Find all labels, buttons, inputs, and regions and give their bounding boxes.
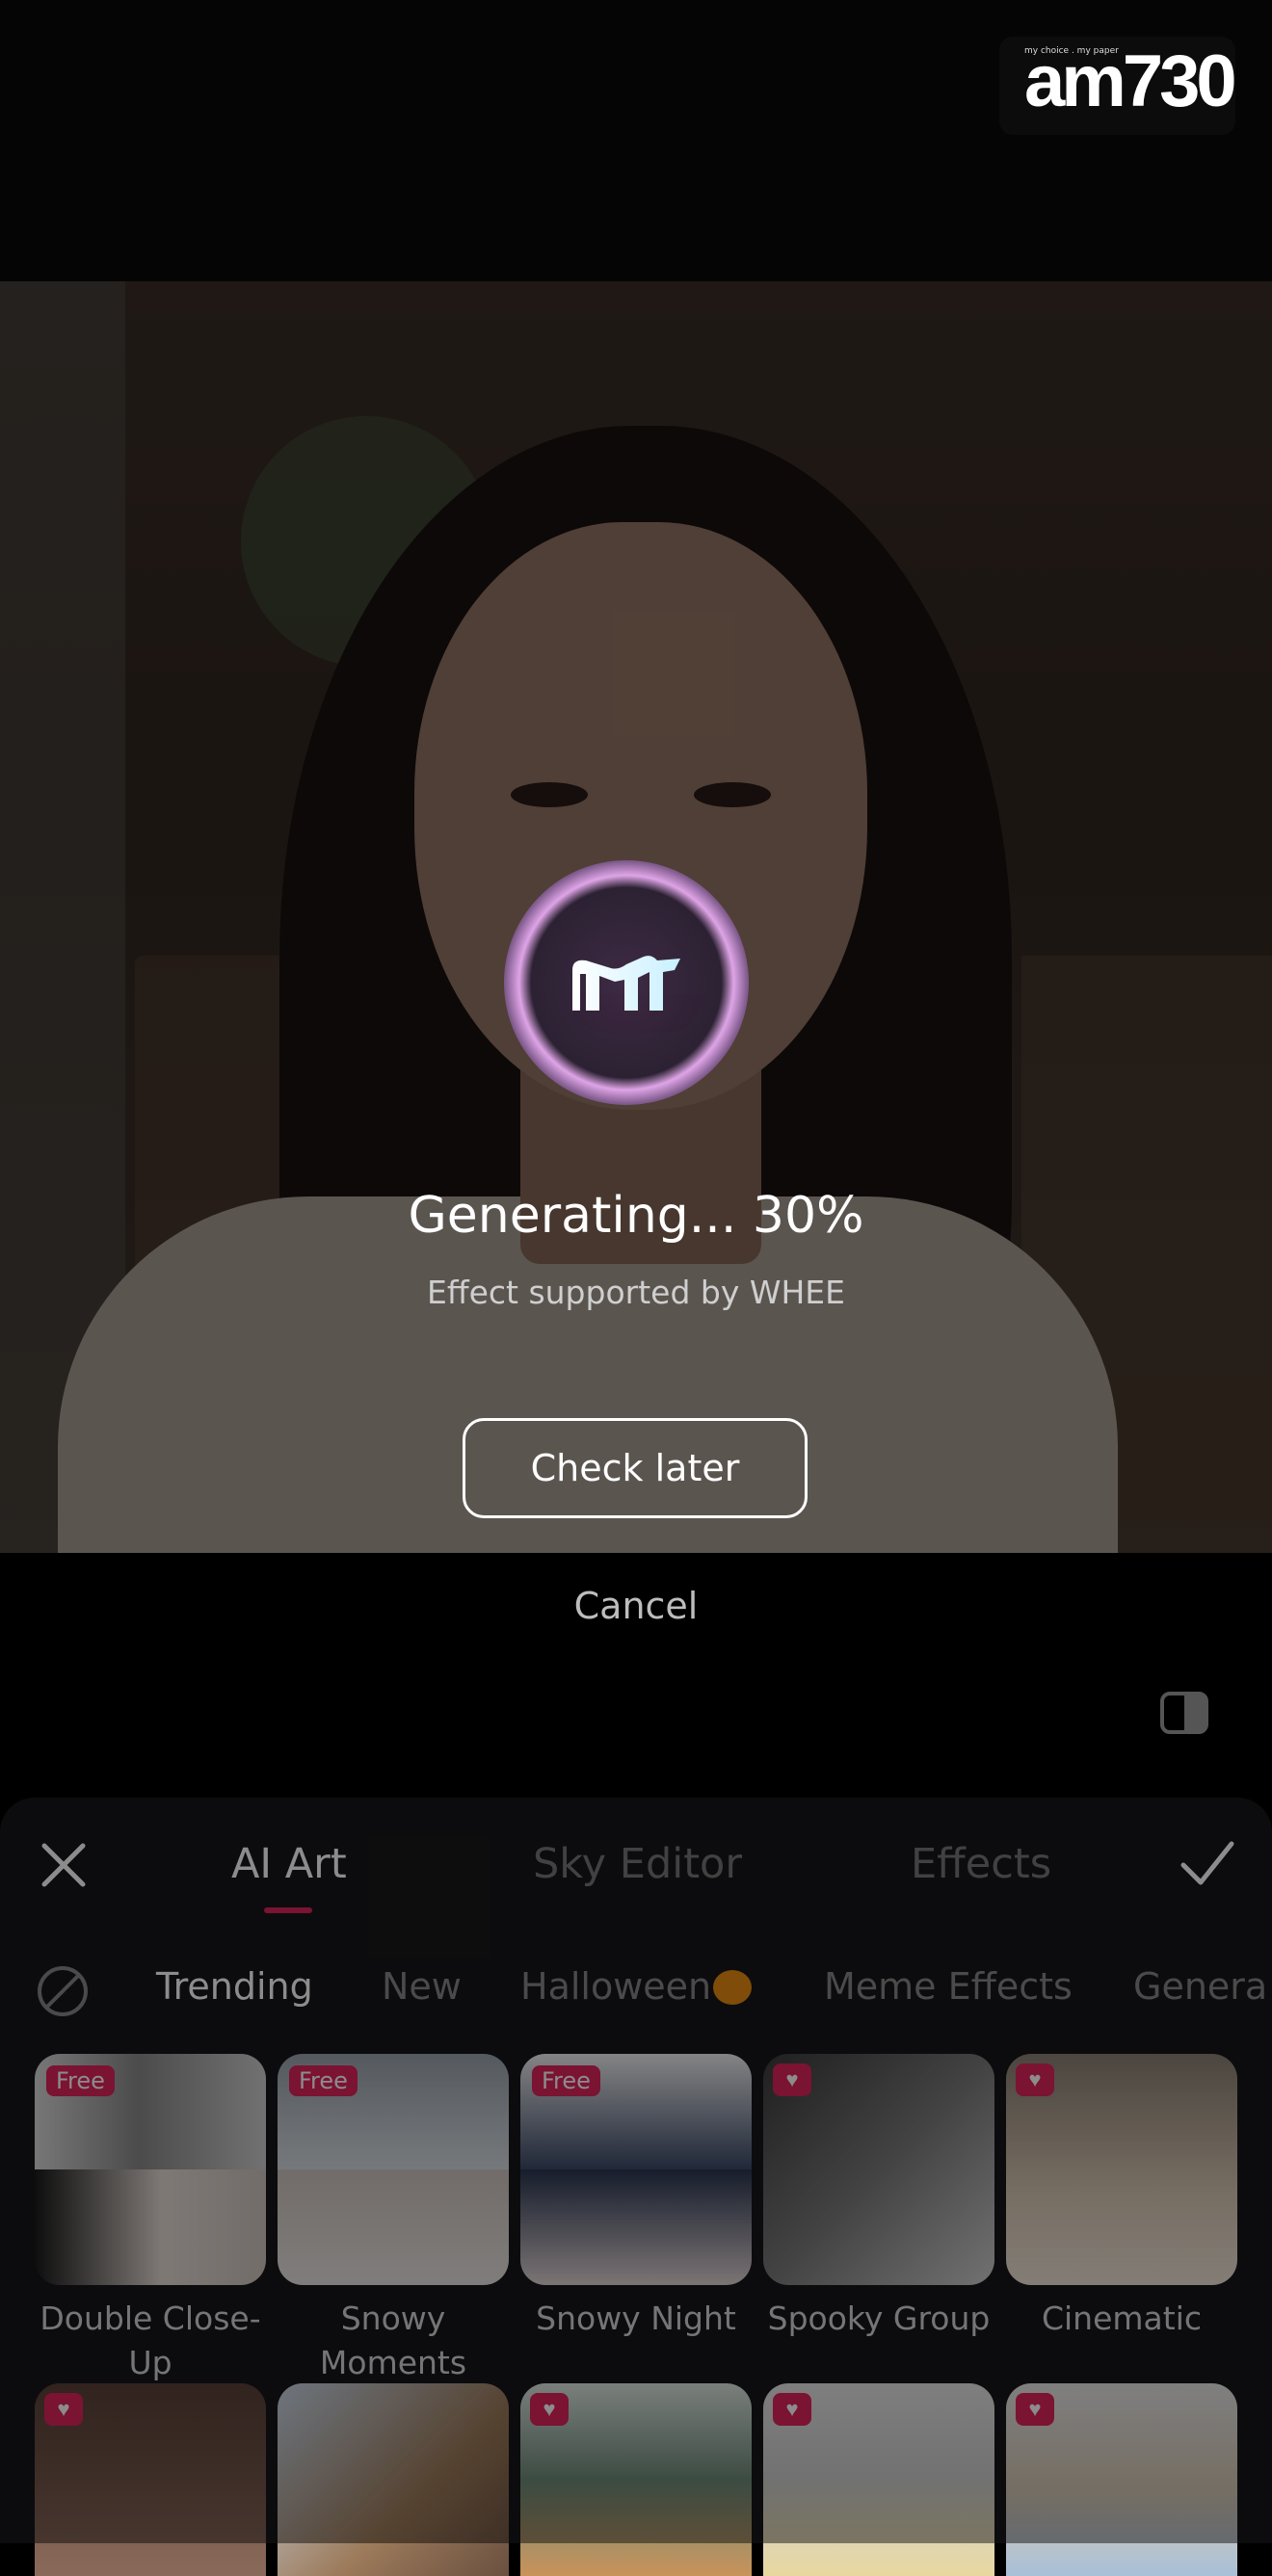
effect-card[interactable]: ♥	[35, 2383, 266, 2576]
heart-icon: ♥	[530, 2393, 569, 2426]
heart-icon: ♥	[1016, 2063, 1054, 2096]
category-trending[interactable]: Trending	[156, 1965, 313, 2008]
effect-credit-text: Effect supported by WHEE	[426, 1274, 845, 1311]
effect-card[interactable]: ♥	[763, 2383, 994, 2576]
effect-label-cinematic: Cinematic	[1041, 2300, 1203, 2337]
effect-label-spooky-group: Spooky Group	[767, 2300, 991, 2337]
pumpkin-icon	[713, 1969, 753, 2005]
compare-icon[interactable]	[1159, 1691, 1209, 1735]
watermark-logo: my choice . my paper am730	[999, 37, 1237, 135]
active-tab-indicator	[264, 1907, 312, 1913]
cancel-button[interactable]: Cancel	[0, 1585, 1272, 1627]
effect-label-double-close-up: Double Close-Up	[40, 2300, 261, 2381]
close-icon[interactable]	[37, 1838, 91, 1892]
free-badge: Free	[289, 2065, 358, 2096]
effect-card-snowy-night[interactable]: Free	[520, 2054, 752, 2285]
effect-card[interactable]: ♥	[1006, 2383, 1237, 2576]
category-meme-effects[interactable]: Meme Effects	[824, 1965, 1073, 2008]
no-effect-icon[interactable]	[35, 1963, 91, 2019]
category-new[interactable]: New	[382, 1965, 462, 2008]
checkmark-icon[interactable]	[1178, 1836, 1237, 1890]
effect-card-cinematic[interactable]: ♥	[1006, 2054, 1237, 2285]
category-halloween-label: Halloween	[520, 1965, 712, 2008]
effect-card-double-close-up[interactable]: Free	[35, 2054, 266, 2285]
effect-label-snowy-night: Snowy Night	[536, 2300, 736, 2337]
heart-icon: ♥	[773, 2393, 811, 2426]
heart-icon: ♥	[1016, 2393, 1054, 2426]
check-later-button[interactable]: Check later	[463, 1418, 808, 1518]
effect-card[interactable]: ♥	[520, 2383, 752, 2576]
heart-icon: ♥	[773, 2063, 811, 2096]
category-general[interactable]: Genera	[1133, 1965, 1267, 2008]
free-badge: Free	[46, 2065, 115, 2096]
effect-label-snowy-moments: Snowy Moments	[319, 2300, 467, 2381]
free-badge: Free	[532, 2065, 600, 2096]
meitu-logo-icon	[572, 956, 680, 1011]
generating-progress-text: Generating... 30%	[408, 1187, 864, 1245]
loading-ring	[504, 860, 749, 1105]
effect-card[interactable]	[278, 2383, 509, 2576]
tab-ai-art[interactable]: AI Art	[231, 1840, 347, 1888]
tab-effects[interactable]: Effects	[911, 1840, 1051, 1888]
effect-card-spooky-group[interactable]: ♥	[763, 2054, 994, 2285]
category-halloween[interactable]: Halloween	[520, 1965, 753, 2008]
heart-icon: ♥	[44, 2393, 83, 2426]
effect-card-snowy-moments[interactable]: Free	[278, 2054, 509, 2285]
tab-sky-editor[interactable]: Sky Editor	[533, 1840, 742, 1888]
watermark-brand: am730	[1024, 40, 1237, 122]
